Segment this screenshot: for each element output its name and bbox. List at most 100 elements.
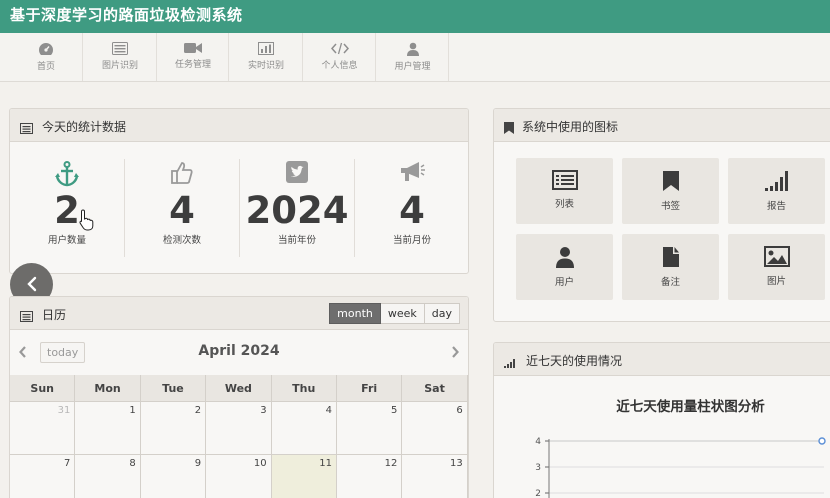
panel-title: 近七天的使用情况 <box>526 354 623 368</box>
icons-panel-header: 系统中使用的图标 <box>494 109 830 142</box>
calendar-weekday-row: Sun Mon Tue Wed Thu Fri Sat <box>10 375 468 402</box>
calendar-panel-header: 日历 month week day <box>10 297 468 330</box>
dashboard-icon <box>39 43 54 55</box>
weekday-header: Mon <box>75 375 141 402</box>
tile-label: 列表 <box>554 199 574 210</box>
y-axis-tick-label: 2 <box>535 489 541 498</box>
calendar-day-cell[interactable]: 4 <box>271 402 337 455</box>
user-icon <box>406 42 419 56</box>
twitter-icon <box>240 161 354 189</box>
icons-panel: 系统中使用的图标 列表 书签 报告 用户 备注 图片 <box>493 108 830 322</box>
icon-tile-note[interactable]: 备注 <box>622 234 719 300</box>
tile-label: 用户 <box>554 277 574 288</box>
stat-detect-count: 4 检测次数 <box>125 143 239 273</box>
usage-panel-header: 近七天的使用情况 <box>494 343 830 376</box>
chevron-left-icon <box>26 276 36 292</box>
panel-title: 系统中使用的图标 <box>522 120 619 134</box>
nav-item-image-detect[interactable]: 图片识别 <box>84 33 157 81</box>
calendar-day-cell[interactable]: 12 <box>336 455 403 498</box>
signal-icon <box>764 171 788 191</box>
icon-tile-report[interactable]: 报告 <box>728 158 825 224</box>
list-icon <box>20 307 33 326</box>
calendar-day-cell[interactable]: 3 <box>206 402 272 455</box>
nav-item-profile[interactable]: 个人信息 <box>304 33 376 81</box>
nav-label: 用户管理 <box>394 62 431 72</box>
icon-tile-list[interactable]: 列表 <box>516 158 613 224</box>
signal-icon <box>504 353 517 372</box>
stats-panel-header: 今天的统计数据 <box>10 109 468 142</box>
icon-tile-picture[interactable]: 图片 <box>728 234 825 300</box>
calendar-day-cell[interactable]: 10 <box>206 455 272 498</box>
tile-label: 书签 <box>660 201 680 212</box>
calendar-day-cell[interactable]: 8 <box>75 455 141 498</box>
calendar-day-cell[interactable]: 13 <box>402 455 468 498</box>
top-nav: 首页 图片识别 任务管理 实时识别 个人信息 用户管理 <box>0 33 830 82</box>
nav-label: 首页 <box>36 62 55 72</box>
mouse-cursor-icon <box>79 209 94 231</box>
stat-value: 2 <box>54 189 80 232</box>
nav-label: 任务管理 <box>174 60 211 70</box>
chevron-right-icon[interactable] <box>450 345 460 359</box>
y-axis-tick-label: 4 <box>535 437 541 447</box>
icon-tile-bookmark[interactable]: 书签 <box>622 158 719 224</box>
nav-item-home[interactable]: 首页 <box>10 33 83 81</box>
calendar-grid: Sun Mon Tue Wed Thu Fri Sat 31 1 2 3 4 5… <box>10 375 468 498</box>
bar-chart-icon <box>258 42 274 55</box>
bullhorn-icon <box>355 161 468 189</box>
stat-label: 当前年份 <box>277 235 316 246</box>
usage-chart: 4 3 2 <box>535 437 826 498</box>
user-icon <box>555 247 574 268</box>
bookmark-icon <box>504 119 514 138</box>
stat-current-year: 2024 当前年份 <box>240 143 354 273</box>
video-camera-icon <box>184 43 202 53</box>
calendar-day-cell[interactable]: 9 <box>140 455 207 498</box>
stat-value: 2024 <box>245 189 349 232</box>
app-title: 基于深度学习的路面垃圾检测系统 <box>10 6 243 24</box>
code-icon <box>330 42 349 55</box>
nav-label: 个人信息 <box>321 61 358 71</box>
tile-label: 图片 <box>766 276 786 287</box>
list-icon <box>112 42 128 55</box>
list-icon <box>551 170 578 190</box>
usage-panel: 近七天的使用情况 近七天使用量柱状图分析 4 3 2 <box>493 342 830 498</box>
calendar-week-row: 7 8 9 10 11 12 13 <box>10 455 468 498</box>
icon-tile-user[interactable]: 用户 <box>516 234 613 300</box>
calendar-day-cell[interactable]: 1 <box>75 402 141 455</box>
weekday-header: Sun <box>10 375 76 402</box>
stat-current-month: 4 当前月份 <box>355 143 468 273</box>
stat-user-count: 2 用户数量 <box>10 143 124 273</box>
calendar-toolbar: today April 2024 <box>10 331 468 375</box>
stat-value: 4 <box>399 189 425 232</box>
app-header: 基于深度学习的路面垃圾检测系统 <box>0 0 830 33</box>
stat-value: 4 <box>169 189 195 232</box>
anchor-icon <box>10 161 124 189</box>
view-day-button[interactable]: day <box>424 303 460 324</box>
calendar-panel: 日历 month week day today April 2024 Sun M… <box>9 296 469 498</box>
stats-panel: 今天的统计数据 2 用户数量 4 检测次数 2024 当前年份 4 当前月份 <box>9 108 469 274</box>
stat-label: 当前月份 <box>392 235 431 246</box>
picture-icon <box>763 246 790 267</box>
nav-item-user-manage[interactable]: 用户管理 <box>377 33 449 81</box>
thumbs-up-icon <box>125 161 239 189</box>
calendar-day-cell-today[interactable]: 11 <box>271 455 337 498</box>
stat-label: 用户数量 <box>47 235 86 246</box>
view-month-button[interactable]: month <box>329 303 381 324</box>
view-week-button[interactable]: week <box>380 303 425 324</box>
panel-title: 日历 <box>42 308 67 322</box>
calendar-week-row: 31 1 2 3 4 5 6 <box>10 402 468 455</box>
calendar-day-cell[interactable]: 5 <box>336 402 403 455</box>
tile-label: 报告 <box>766 201 786 212</box>
weekday-header: Thu <box>271 375 337 402</box>
nav-item-realtime-detect[interactable]: 实时识别 <box>230 33 303 81</box>
bookmark-icon <box>662 171 679 191</box>
calendar-day-cell[interactable]: 31 <box>10 402 76 455</box>
calendar-day-cell[interactable]: 2 <box>140 402 207 455</box>
calendar-view-switcher: month week day <box>329 303 460 324</box>
calendar-day-cell[interactable]: 6 <box>402 402 468 455</box>
calendar-month-title: April 2024 <box>198 343 280 359</box>
chart-data-point <box>818 437 826 445</box>
y-axis-tick-label: 3 <box>535 463 541 473</box>
nav-item-task-manage[interactable]: 任务管理 <box>158 33 229 81</box>
calendar-day-cell[interactable]: 7 <box>10 455 76 498</box>
nav-label: 实时识别 <box>247 61 284 71</box>
